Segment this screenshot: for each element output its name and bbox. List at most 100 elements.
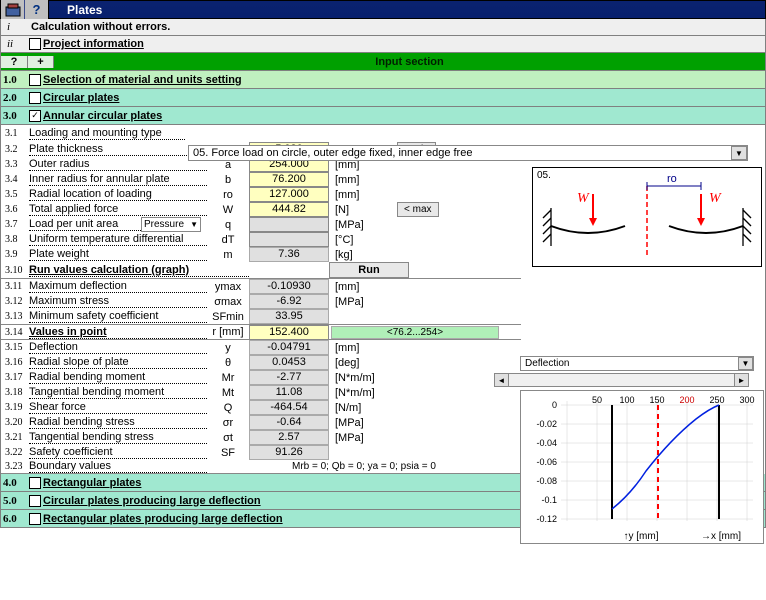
section-5-checkbox[interactable] xyxy=(29,495,41,507)
param-symbol: q xyxy=(207,219,249,231)
point-result-row: 3.22 Safety coefficient SF 91.26 xyxy=(1,445,521,460)
point-result-label: Tangential bending moment xyxy=(29,386,207,399)
point-result-unit: [N*m/m] xyxy=(329,372,385,384)
point-result-symbol: Q xyxy=(207,402,249,414)
loading-type-select[interactable]: 05. Force load on circle, outer edge fix… xyxy=(188,145,748,161)
point-result-row: 3.16 Radial slope of plate θ 0.0453 [deg… xyxy=(1,355,521,370)
project-info-label[interactable]: Project information xyxy=(43,38,144,50)
diagram-tag: 05. xyxy=(537,170,551,181)
scroll-left-button[interactable]: ◄ xyxy=(494,373,509,387)
point-result-row: 3.15 Deflection y -0.04791 [mm] xyxy=(1,340,521,355)
result-row: 3.11 Maximum deflection ymax -0.10930 [m… xyxy=(1,279,521,294)
param-value-input[interactable]: 127.000 xyxy=(249,187,329,202)
point-result-row: 3.19 Shear force Q -464.54 [N/m] xyxy=(1,400,521,415)
chevron-down-icon[interactable]: ▼ xyxy=(738,357,753,370)
point-result-value: 11.08 xyxy=(249,385,329,400)
param-value-input[interactable]: 76.200 xyxy=(249,172,329,187)
row-index: 3.11 xyxy=(1,281,29,292)
point-result-unit: [MPa] xyxy=(329,432,385,444)
help-icon[interactable]: ? xyxy=(25,0,49,19)
point-result-row: 3.18 Tangential bending moment Mt 11.08 … xyxy=(1,385,521,400)
section-2-header[interactable]: 2.0 Circular plates xyxy=(0,89,766,107)
row-index: 3.18 xyxy=(1,387,29,398)
svg-text:150: 150 xyxy=(649,395,664,405)
result-symbol: ymax xyxy=(207,281,249,293)
loading-type-value: 05. Force load on circle, outer edge fix… xyxy=(193,147,472,159)
row-index: 6.0 xyxy=(1,513,27,525)
point-result-value: -2.77 xyxy=(249,370,329,385)
row-index: 3.6 xyxy=(1,204,29,215)
project-info-row: ii Project information xyxy=(0,36,766,53)
param-value-input[interactable]: 444.82 xyxy=(249,202,329,217)
param-label: Inner radius for annular plate xyxy=(29,173,207,186)
r-value-input[interactable]: 152.400 xyxy=(249,325,329,340)
section-1-label: Selection of material and units setting xyxy=(43,74,242,86)
param-symbol: b xyxy=(207,174,249,186)
row-boundary-values: 3.23 Boundary values Mrb = 0; Qb = 0; ya… xyxy=(1,460,521,474)
app-icon[interactable] xyxy=(1,0,25,19)
point-result-unit: [MPa] xyxy=(329,417,385,429)
svg-text:-0.02: -0.02 xyxy=(536,419,557,429)
point-result-value: 0.0453 xyxy=(249,355,329,370)
section-help-button[interactable]: ? xyxy=(1,56,27,68)
param-limit-button[interactable]: < max xyxy=(397,202,439,217)
section-expand-button[interactable]: + xyxy=(27,56,53,68)
svg-text:→x [mm]: →x [mm] xyxy=(701,531,741,542)
point-result-label: Radial bending moment xyxy=(29,371,207,384)
param-unit: [MPa] xyxy=(329,219,385,231)
point-result-row: 3.20 Radial bending stress σr -0.64 [MPa… xyxy=(1,415,521,430)
svg-text:250: 250 xyxy=(709,395,724,405)
scroll-track[interactable] xyxy=(509,373,546,387)
row-index: 3.12 xyxy=(1,296,29,307)
row-index: 3.3 xyxy=(1,159,29,170)
result-value: -0.10930 xyxy=(249,279,329,294)
param-row: 3.5 Radial location of loading ro 127.00… xyxy=(1,187,521,202)
values-in-point-label: Values in point xyxy=(29,326,207,339)
status-row: i Calculation without errors. xyxy=(0,19,766,36)
section-3-checkbox[interactable]: ✓ xyxy=(29,110,41,122)
svg-text:0: 0 xyxy=(552,400,557,410)
svg-text:50: 50 xyxy=(592,395,602,405)
param-symbol: m xyxy=(207,249,249,261)
param-label: Outer radius xyxy=(29,158,207,171)
r-range: <76.2...254> xyxy=(331,326,499,339)
row-index: 3.10 xyxy=(1,265,29,276)
section-4-checkbox[interactable] xyxy=(29,477,41,489)
svg-text:200: 200 xyxy=(679,395,694,405)
point-result-unit: [mm] xyxy=(329,342,385,354)
section-2-checkbox[interactable] xyxy=(29,92,41,104)
svg-text:↑y [mm]: ↑y [mm] xyxy=(624,531,659,542)
point-result-label: Deflection xyxy=(29,341,207,354)
param-symbol: ro xyxy=(207,189,249,201)
point-result-label: Radial bending stress xyxy=(29,416,207,429)
chart-type-select[interactable]: Deflection ▼ xyxy=(520,356,754,371)
point-result-label: Safety coefficient xyxy=(29,446,207,459)
section-6-checkbox[interactable] xyxy=(29,513,41,525)
point-result-symbol: σr xyxy=(207,417,249,429)
point-result-row: 3.17 Radial bending moment Mr -2.77 [N*m… xyxy=(1,370,521,385)
project-info-checkbox[interactable] xyxy=(29,38,41,50)
titlebar: ? Plates xyxy=(0,0,766,19)
row-index: 3.1 xyxy=(1,128,29,139)
section-1-header[interactable]: 1.0 Selection of material and units sett… xyxy=(0,71,766,89)
point-result-symbol: σt xyxy=(207,432,249,444)
param-symbol: dT xyxy=(207,234,249,246)
row-index: 4.0 xyxy=(1,477,27,489)
point-result-unit: [deg] xyxy=(329,357,385,369)
scroll-right-button[interactable]: ► xyxy=(734,373,749,387)
param-row: 3.8 Uniform temperature differential dT … xyxy=(1,232,521,247)
result-value: -6.92 xyxy=(249,294,329,309)
section-1-checkbox[interactable] xyxy=(29,74,41,86)
section-3-header[interactable]: 3.0 ✓ Annular circular plates xyxy=(0,107,766,125)
svg-text:-0.08: -0.08 xyxy=(536,476,557,486)
point-result-symbol: y xyxy=(207,342,249,354)
run-button[interactable]: Run xyxy=(329,262,409,278)
row-index: 3.9 xyxy=(1,249,29,260)
diagram-ro: ro xyxy=(667,173,677,185)
chevron-down-icon[interactable]: ▼ xyxy=(731,146,747,160)
point-result-value: 91.26 xyxy=(249,445,329,460)
point-result-unit: [N*m/m] xyxy=(329,387,385,399)
r-slider[interactable]: ◄ ► xyxy=(494,373,749,387)
deflection-chart: 0-0.02-0.04-0.06-0.08-0.1-0.12 501001502… xyxy=(520,390,764,544)
load-type-select[interactable]: Pressure▼ xyxy=(141,217,201,232)
